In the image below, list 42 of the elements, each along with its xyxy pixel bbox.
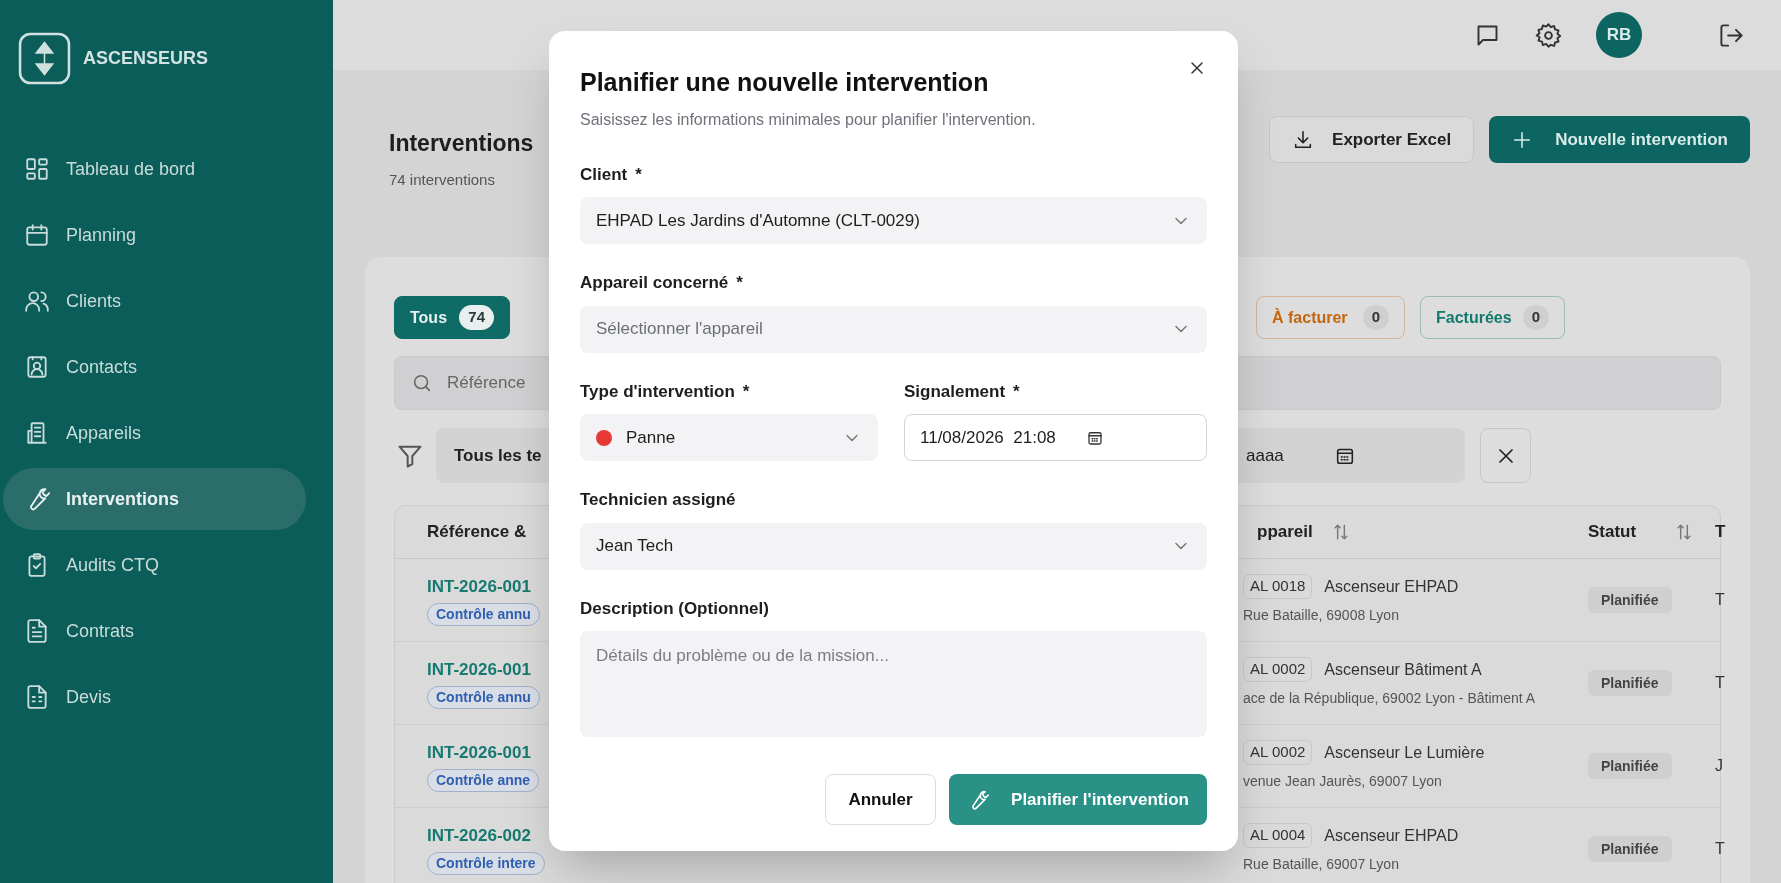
table-cell-text: T bbox=[1715, 673, 1725, 693]
device-address: venue Jean Jaurès, 69007 Lyon bbox=[1243, 771, 1443, 791]
status-badge: Planifiée bbox=[1588, 670, 1672, 696]
device-name: Ascenseur EHPAD bbox=[1324, 825, 1459, 846]
dialog-title: Planifier une nouvelle intervention bbox=[580, 67, 989, 98]
device-code-chip: AL 0002 bbox=[1243, 740, 1313, 765]
type-tag: Contrôle anne bbox=[427, 769, 540, 793]
type-tag: Contrôle annu bbox=[427, 603, 540, 627]
status-badge: Planifiée bbox=[1588, 836, 1672, 862]
device-address: Rue Bataille, 69008 Lyon bbox=[1243, 605, 1400, 625]
device-address: ace de la République, 69002 Lyon - Bâtiment A bbox=[1243, 688, 1537, 708]
page-subtitle: 74 interventions bbox=[389, 169, 496, 190]
field-label: Type d'intervention bbox=[580, 380, 735, 403]
table-cell-text: T bbox=[1715, 839, 1725, 859]
table-cell-text: J bbox=[1715, 756, 1723, 776]
type-tag: Contrôle annu bbox=[427, 686, 540, 710]
brand-name: ASCENSEURS bbox=[83, 47, 209, 70]
field-label: Client bbox=[580, 163, 628, 186]
table-cell-text: T bbox=[1715, 590, 1725, 610]
device-code-chip: AL 0018 bbox=[1243, 574, 1313, 599]
device-code-chip: AL 0004 bbox=[1243, 823, 1313, 848]
field-label: Signalement bbox=[904, 380, 1006, 403]
count-badge: 0 bbox=[1522, 305, 1549, 330]
device-address: Rue Bataille, 69007 Lyon bbox=[1243, 854, 1400, 874]
field-label: Appareil concerné bbox=[580, 272, 729, 294]
required-mark: * bbox=[1013, 380, 1020, 403]
required-mark: * bbox=[742, 380, 750, 403]
required-mark: * bbox=[736, 272, 743, 294]
status-badge: Planifiée bbox=[1588, 587, 1672, 613]
type-tag: Contrôle intere bbox=[427, 852, 545, 876]
device-name: Ascenseur Le Lumière bbox=[1324, 742, 1485, 763]
status-badge: Planifiée bbox=[1588, 753, 1672, 779]
field-label: Description (Optionnel) bbox=[580, 597, 769, 620]
count-badge: 0 bbox=[1362, 305, 1389, 330]
required-mark: * bbox=[635, 163, 642, 186]
page-title: Interventions bbox=[389, 129, 534, 158]
device-code-chip: AL 0002 bbox=[1243, 657, 1313, 682]
count-badge: 74 bbox=[459, 305, 494, 330]
device-name: Ascenseur Bâtiment A bbox=[1324, 659, 1482, 680]
device-name: Ascenseur EHPAD bbox=[1324, 576, 1459, 597]
dialog-subtitle: Saisissez les informations minimales pour planifier l'intervention. bbox=[580, 109, 1037, 130]
field-label: Technicien assigné bbox=[580, 489, 736, 511]
